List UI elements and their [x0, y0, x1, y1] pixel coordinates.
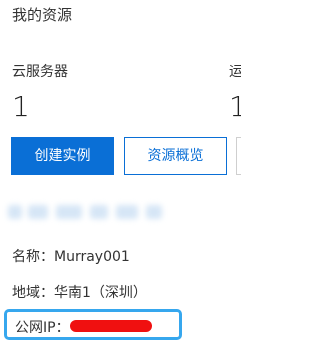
resource-count-ecs[interactable]: 1 — [12, 90, 30, 123]
instance-region-label: 地域： — [12, 285, 54, 301]
instance-region-value: 华南1（深圳） — [54, 285, 147, 301]
public-ip-redaction — [70, 320, 152, 332]
resource-overview-button[interactable]: 资源概览 — [124, 137, 227, 175]
resource-label-ecs: 云服务器 — [12, 64, 68, 80]
page-title: 我的资源 — [12, 6, 73, 24]
instance-name-value: Murray001 — [54, 249, 130, 265]
my-resources-panel: 我的资源 云服务器 运 1 1 创建实例 资源概览 名称：Murray001 地… — [0, 0, 241, 343]
resource-count-second[interactable]: 1 — [229, 90, 241, 123]
instance-name-row: 名称：Murray001 — [12, 246, 130, 266]
resource-label-second: 运 — [229, 64, 241, 80]
public-ip-label: 公网IP： — [15, 320, 70, 336]
instance-region-row: 地域：华南1（深圳） — [12, 282, 147, 302]
more-button-partial[interactable] — [236, 137, 241, 175]
instance-name-label: 名称： — [12, 249, 54, 265]
public-ip-highlight: 公网IP： — [4, 309, 182, 340]
blurred-instance-header — [0, 197, 241, 227]
create-instance-button[interactable]: 创建实例 — [11, 137, 114, 175]
